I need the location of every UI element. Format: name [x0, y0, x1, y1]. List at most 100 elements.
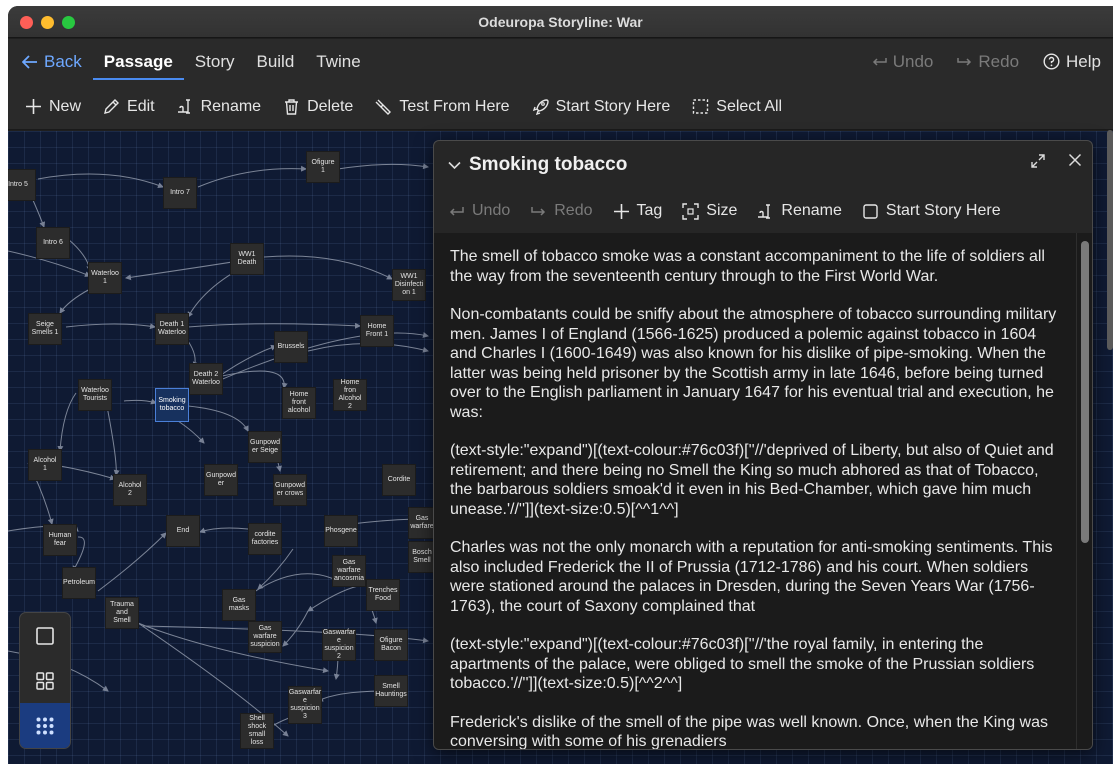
- rename-label: Rename: [200, 97, 262, 115]
- passage-node[interactable]: Gas warfare ancosmia: [332, 555, 366, 587]
- passage-node[interactable]: End: [166, 515, 200, 547]
- app-window: Odeuropa Storyline: War Back Passage Sto…: [8, 6, 1113, 764]
- grid-3x3-icon: [36, 717, 54, 734]
- passage-node[interactable]: Phosgene: [324, 515, 358, 547]
- passage-node[interactable]: Alcohol 1: [28, 449, 62, 481]
- tab-twine[interactable]: Twine: [305, 39, 371, 84]
- passage-node[interactable]: Human fear: [43, 524, 77, 556]
- passage-node[interactable]: Intro 6: [36, 227, 70, 259]
- tag-label: Tag: [636, 202, 663, 219]
- zoom-small-button[interactable]: [20, 703, 70, 748]
- tab-story[interactable]: Story: [184, 39, 246, 84]
- passage-node[interactable]: Death 2 Waterloo: [189, 363, 223, 395]
- passage-paragraph: (text-style:"expand")[(text-colour:#76c0…: [450, 636, 1035, 692]
- dialog-toolbar: Undo Redo Tag Size Rename Start Story He…: [434, 191, 1092, 231]
- passage-text-editor[interactable]: The smell of tobacco smoke was a constan…: [434, 233, 1076, 750]
- passage-node[interactable]: Smell Hauntings: [374, 675, 408, 707]
- passage-node[interactable]: Ofigure 1: [306, 151, 340, 183]
- passage-paragraph: (text-style:"expand")[(text-colour:#76c0…: [450, 442, 1054, 518]
- passage-node[interactable]: Waterloo Tourists: [78, 379, 112, 411]
- passage-node[interactable]: Intro 7: [163, 177, 197, 209]
- passage-node[interactable]: Petroleum: [62, 567, 96, 599]
- passage-node[interactable]: WW1 Disinfecti on 1: [392, 269, 426, 301]
- passage-paragraph: Non-combatants could be sniffy about the…: [450, 306, 1057, 421]
- passage-node[interactable]: WW1 Death: [230, 243, 264, 275]
- maximize-icon[interactable]: [1030, 153, 1046, 169]
- dialog-redo-button[interactable]: Redo: [520, 202, 602, 220]
- tab-passage[interactable]: Passage: [92, 39, 184, 84]
- passage-node[interactable]: Death 1 Waterloo: [155, 313, 189, 345]
- passage-paragraph: The smell of tobacco smoke was a constan…: [450, 248, 1045, 285]
- select-all-icon: [693, 99, 709, 114]
- dialog-title: Smoking tobacco: [469, 154, 628, 175]
- dialog-start-story-label: Start Story Here: [885, 202, 1001, 219]
- chevron-down-icon[interactable]: [448, 161, 461, 170]
- passage-node[interactable]: Home fron Alcohol 2: [333, 379, 367, 411]
- passage-paragraph: Frederick's dislike of the smell of the …: [450, 713, 1048, 750]
- plus-icon: [26, 99, 41, 114]
- passage-node[interactable]: Seige Smells 1: [28, 313, 62, 345]
- plus-icon: [613, 203, 629, 219]
- tab-build[interactable]: Build: [245, 39, 305, 84]
- help-button[interactable]: Help: [1031, 39, 1113, 84]
- zoom-window-button[interactable]: [62, 16, 75, 29]
- close-icon[interactable]: [1068, 153, 1082, 167]
- dialog-rename-button[interactable]: Rename: [747, 202, 851, 220]
- passage-node[interactable]: Home Front 1: [360, 315, 394, 347]
- passage-node[interactable]: Trauma and Smell: [105, 597, 139, 629]
- redo-icon: [957, 58, 972, 66]
- size-button[interactable]: Size: [672, 202, 747, 220]
- zoom-medium-button[interactable]: [20, 658, 70, 703]
- passage-node[interactable]: Brussels: [274, 331, 308, 363]
- dialog-undo-button[interactable]: Undo: [438, 202, 520, 220]
- dialog-rename-label: Rename: [781, 202, 842, 219]
- passage-node[interactable]: Gaswarfar e suspicion 2: [322, 629, 356, 661]
- test-from-here-button[interactable]: Test From Here: [364, 98, 520, 116]
- delete-button[interactable]: Delete: [272, 98, 364, 116]
- rename-button[interactable]: Rename: [166, 98, 272, 116]
- add-tag-button[interactable]: Tag: [603, 202, 673, 220]
- passage-node[interactable]: cordite factories: [248, 523, 282, 555]
- window-scrollbar[interactable]: [1107, 130, 1113, 350]
- passage-node[interactable]: Gas masks: [222, 589, 256, 621]
- passage-node[interactable]: Waterloo 1: [88, 262, 122, 294]
- redo-button[interactable]: Redo: [945, 39, 1031, 84]
- passage-node[interactable]: Cordite: [382, 464, 416, 496]
- passage-node[interactable]: Intro 5: [8, 169, 36, 201]
- back-button[interactable]: Back: [8, 39, 93, 84]
- passage-node[interactable]: Bosch Smell: [408, 541, 436, 573]
- editor-scrollbar-thumb[interactable]: [1081, 241, 1089, 543]
- size-icon: [682, 202, 699, 220]
- dialog-redo-label: Redo: [554, 202, 593, 219]
- edit-button[interactable]: Edit: [92, 98, 166, 116]
- start-story-here-button[interactable]: Start Story Here: [521, 98, 682, 116]
- undo-icon: [872, 58, 887, 66]
- start-story-here-checkbox[interactable]: Start Story Here: [852, 202, 1011, 220]
- passage-node[interactable]: Gunpowd er Seige: [248, 431, 282, 463]
- passage-node[interactable]: Gaswarfar e suspicion 3: [288, 686, 322, 724]
- size-label: Size: [706, 202, 738, 219]
- passage-node[interactable]: Gas warfare: [408, 507, 436, 539]
- select-all-button[interactable]: Select All: [681, 98, 793, 116]
- window-title: Odeuropa Storyline: War: [478, 13, 643, 30]
- close-window-button[interactable]: [20, 16, 33, 29]
- passage-node[interactable]: Gunpowd er: [204, 464, 238, 496]
- passage-node[interactable]: Gas warfare suspicion: [248, 621, 282, 653]
- passage-node-selected[interactable]: Smoking tobacco: [155, 388, 189, 422]
- new-label: New: [49, 97, 82, 115]
- passage-node[interactable]: Alcohol 2: [113, 474, 147, 506]
- start-story-here-label: Start Story Here: [555, 97, 671, 115]
- passage-node[interactable]: Home front alcohol: [282, 387, 316, 419]
- select-all-label: Select All: [716, 97, 783, 115]
- zoom-large-button[interactable]: [20, 613, 70, 658]
- new-button[interactable]: New: [14, 98, 92, 116]
- passage-node[interactable]: Shell shock small loss: [240, 713, 274, 749]
- editor-scrollbar[interactable]: [1076, 233, 1092, 749]
- passage-toolbar: New Edit Rename Delete Test From Here St…: [8, 84, 1113, 130]
- passage-node[interactable]: Trenches Food: [366, 579, 400, 611]
- passage-node[interactable]: Gunpowd er crows: [273, 474, 307, 506]
- edit-label: Edit: [127, 97, 155, 115]
- undo-button[interactable]: Undo: [860, 39, 946, 84]
- minimize-window-button[interactable]: [41, 16, 54, 29]
- passage-node[interactable]: Ofigure Bacon: [374, 629, 408, 661]
